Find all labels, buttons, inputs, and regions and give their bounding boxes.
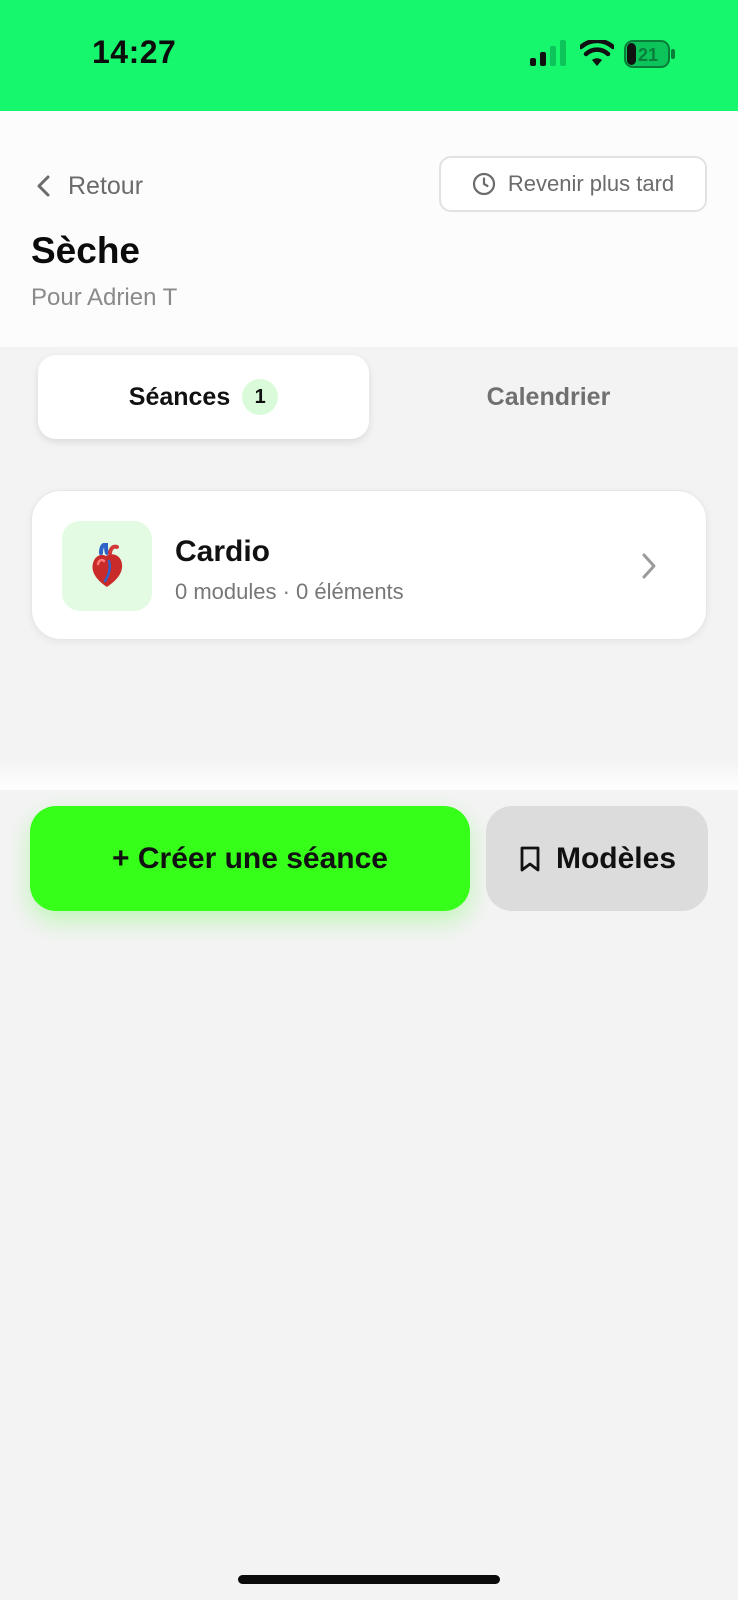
anatomical-heart-icon xyxy=(92,543,123,587)
tab-seances[interactable]: Séances 1 xyxy=(38,355,369,439)
session-card-cardio[interactable]: Cardio 0 modules · 0 éléments xyxy=(31,490,707,640)
back-label: Retour xyxy=(68,171,144,200)
section-divider xyxy=(0,760,738,790)
chevron-right-icon xyxy=(642,553,656,579)
chevron-left-icon xyxy=(37,175,50,197)
create-session-button[interactable]: + Créer une séance xyxy=(30,806,470,911)
tab-seances-label: Séances xyxy=(128,382,231,411)
status-bar: 14:27 21 xyxy=(0,0,738,111)
tab-calendrier-label: Calendrier xyxy=(486,382,611,411)
session-meta: 0 modules · 0 éléments xyxy=(175,579,404,604)
come-back-later-label: Revenir plus tard xyxy=(507,171,675,196)
battery-icon: 21 xyxy=(624,40,675,68)
bookmark-icon xyxy=(520,846,540,871)
count-badge: 1 xyxy=(242,379,279,415)
come-back-later-button[interactable]: Revenir plus tard xyxy=(439,156,707,212)
templates-label: Modèles xyxy=(555,841,677,875)
session-title: Cardio xyxy=(175,535,271,568)
battery-level: 21 xyxy=(638,45,658,65)
wifi-icon xyxy=(580,40,614,66)
page-subtitle: Pour Adrien T xyxy=(31,284,178,311)
page-title: Sèche xyxy=(31,230,141,271)
back-button[interactable]: Retour xyxy=(34,168,143,204)
status-time: 14:27 xyxy=(92,34,177,70)
tab-calendrier[interactable]: Calendrier xyxy=(389,355,708,439)
session-icon-tile xyxy=(62,521,152,611)
tab-bar: Séances 1 Calendrier xyxy=(38,355,708,439)
home-indicator xyxy=(238,1575,500,1584)
templates-button[interactable]: Modèles xyxy=(486,806,708,911)
create-session-label: + Créer une séance xyxy=(112,841,388,875)
clock-icon xyxy=(472,172,495,196)
cellular-signal-icon xyxy=(530,40,566,66)
